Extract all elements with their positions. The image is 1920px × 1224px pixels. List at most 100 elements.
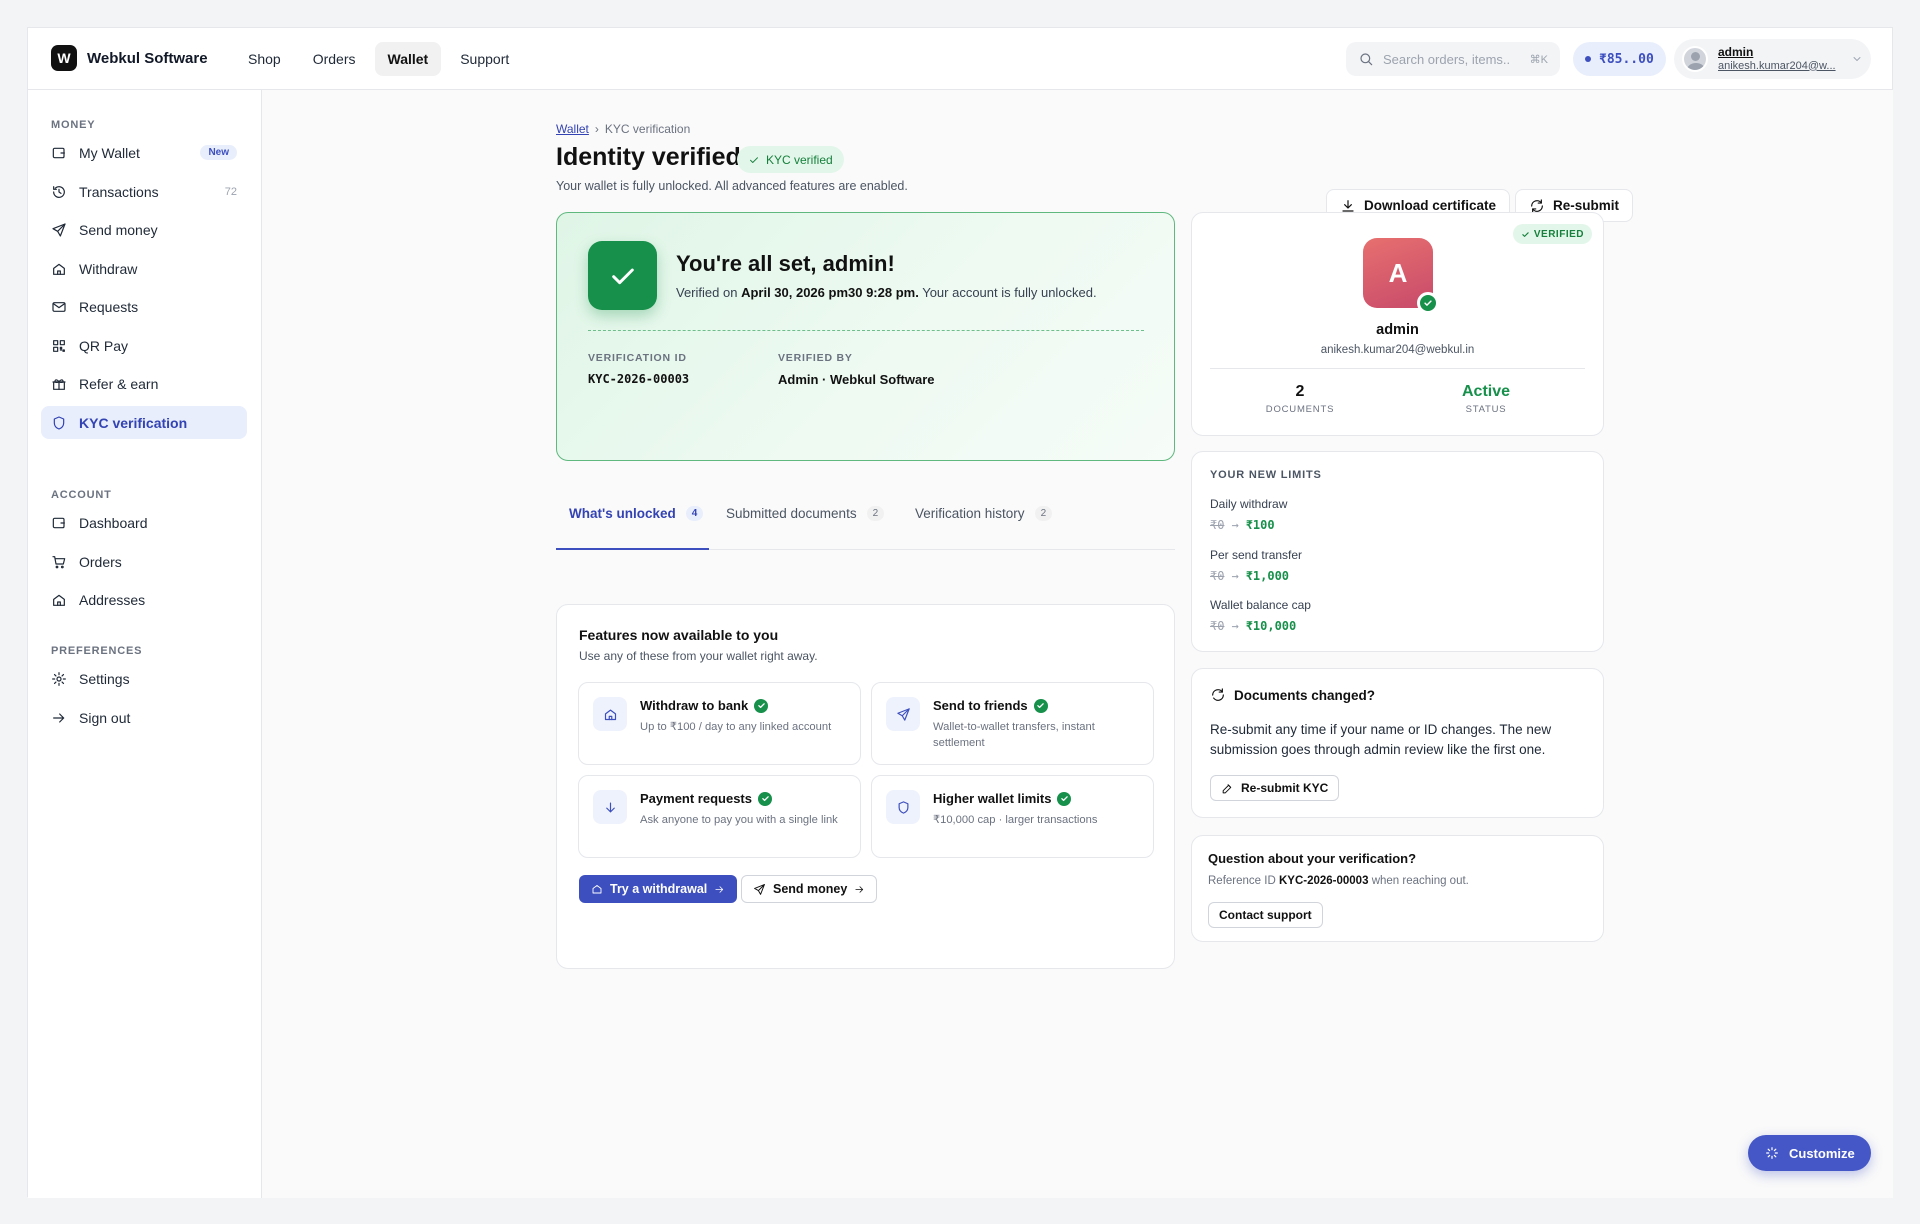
breadcrumb-wallet-link[interactable]: Wallet xyxy=(556,122,589,136)
sidebar-item-addresses[interactable]: Addresses xyxy=(41,583,247,616)
shield-icon xyxy=(51,415,67,431)
page-subtitle: Your wallet is fully unlocked. All advan… xyxy=(556,179,908,193)
user-menu[interactable]: admin anikesh.kumar204@w... xyxy=(1674,39,1871,79)
feature-payment-requests[interactable]: Payment requests Ask anyone to pay you w… xyxy=(578,775,861,858)
sidebar-item-label: Requests xyxy=(79,298,139,315)
try-withdrawal-button[interactable]: Try a withdrawal xyxy=(579,875,738,903)
sidebar-item-orders[interactable]: Orders xyxy=(41,545,247,578)
sidebar-item-transactions[interactable]: Transactions 72 xyxy=(41,175,247,208)
sidebar-item-dashboard[interactable]: Dashboard xyxy=(41,506,247,539)
sidebar-item-requests[interactable]: Requests xyxy=(41,290,247,323)
arrow-right-icon xyxy=(51,710,67,726)
profile-card: VERIFIED A admin anikesh.kumar204@webkul… xyxy=(1191,212,1604,436)
arrow-right-icon xyxy=(854,884,865,895)
divider xyxy=(588,330,1144,331)
new-limits-card: YOUR NEW LIMITS Daily withdraw ₹0 → ₹100… xyxy=(1191,451,1604,652)
limit-new: ₹1,000 xyxy=(1245,569,1290,583)
customize-label: Customize xyxy=(1789,1145,1855,1161)
ref-suffix: when reaching out. xyxy=(1371,875,1469,887)
feature-title-text: Higher wallet limits xyxy=(933,791,1052,806)
brand[interactable]: W Webkul Software xyxy=(51,45,208,71)
resubmit-kyc-label: Re-submit KYC xyxy=(1241,781,1329,795)
limit-arrow: → xyxy=(1231,518,1239,532)
send-icon xyxy=(51,222,67,238)
limit-new: ₹100 xyxy=(1245,518,1275,532)
sidebar-item-sign-out[interactable]: Sign out xyxy=(41,701,247,734)
contact-support-button[interactable]: Contact support xyxy=(1208,902,1323,928)
feature-withdraw-to-bank[interactable]: Withdraw to bank Up to ₹100 / day to any… xyxy=(578,682,861,765)
transactions-count: 72 xyxy=(224,185,237,198)
feature-higher-wallet-limits[interactable]: Higher wallet limits ₹10,000 cap · large… xyxy=(871,775,1154,858)
profile-avatar: A xyxy=(1363,238,1439,314)
verified-badge: VERIFIED xyxy=(1512,224,1592,244)
active-tab-indicator xyxy=(556,548,709,550)
search-input[interactable]: Search orders, items.. ⌘K xyxy=(1346,42,1560,76)
feature-title: Send to friends xyxy=(933,698,1048,713)
brand-name: Webkul Software xyxy=(87,49,208,67)
try-withdrawal-label: Try a withdrawal xyxy=(610,882,708,896)
success-title: You're all set, admin! xyxy=(676,251,895,276)
balance-amount: ₹85..00 xyxy=(1599,51,1654,67)
documents-changed-title: Documents changed? xyxy=(1210,687,1375,703)
sidebar-item-kyc-verification[interactable]: KYC verification xyxy=(41,406,247,439)
kyc-badge-label: KYC verified xyxy=(766,152,833,167)
send-icon xyxy=(886,697,920,731)
sidebar-item-withdraw[interactable]: Withdraw xyxy=(41,252,247,285)
check-icon xyxy=(1522,231,1529,237)
documents-changed-card: Documents changed? Re-submit any time if… xyxy=(1191,668,1604,818)
gear-icon xyxy=(51,671,67,687)
sidebar-item-label: Refer & earn xyxy=(79,375,159,392)
sidebar-item-label: My Wallet xyxy=(79,144,140,161)
avatar-check-icon xyxy=(1417,292,1439,314)
shield-icon xyxy=(886,790,920,824)
sidebar-item-label: Send money xyxy=(79,221,158,238)
dashboard-icon xyxy=(51,515,67,531)
sidebar-item-settings[interactable]: Settings xyxy=(41,662,247,695)
sidebar-item-my-wallet[interactable]: My Wallet New xyxy=(41,136,247,169)
verified-badge-label: VERIFIED xyxy=(1533,228,1584,240)
profile-initial: A xyxy=(1388,257,1408,288)
sidebar-item-refer-earn[interactable]: Refer & earn xyxy=(41,367,247,400)
wallet-balance-pill[interactable]: ₹85..00 xyxy=(1573,42,1666,76)
limit-value: ₹0 → ₹100 xyxy=(1210,518,1275,532)
breadcrumb-separator: › xyxy=(594,122,599,136)
verified-suffix: Your account is fully unlocked. xyxy=(922,285,1097,300)
status-stat: Active STATUS xyxy=(1411,383,1561,415)
send-icon xyxy=(753,883,766,896)
send-money-button[interactable]: Send money xyxy=(741,875,878,903)
nav-support[interactable]: Support xyxy=(447,42,522,76)
sidebar-item-label: Withdraw xyxy=(79,260,138,277)
feature-send-to-friends[interactable]: Send to friends Wallet-to-wallet transfe… xyxy=(871,682,1154,765)
feature-title-text: Send to friends xyxy=(933,698,1028,713)
breadcrumb-current: KYC verification xyxy=(604,122,691,136)
nav-shop[interactable]: Shop xyxy=(235,42,294,76)
customize-button[interactable]: Customize xyxy=(1748,1135,1871,1171)
limit-value: ₹0 → ₹1,000 xyxy=(1210,569,1289,583)
nav-wallet[interactable]: Wallet xyxy=(374,42,442,76)
tab-verification-history[interactable]: Verification history 2 xyxy=(915,476,1053,550)
resubmit-kyc-button[interactable]: Re-submit KYC xyxy=(1210,775,1340,801)
documents-changed-body: Re-submit any time if your name or ID ch… xyxy=(1210,722,1552,757)
sidebar-item-qr-pay[interactable]: QR Pay xyxy=(41,329,247,362)
send-money-label: Send money xyxy=(773,882,848,896)
question-title: Question about your verification? xyxy=(1208,851,1417,866)
verified-check-icon xyxy=(754,698,769,713)
feature-title-text: Withdraw to bank xyxy=(640,698,749,713)
sidebar-item-label: QR Pay xyxy=(79,337,129,354)
mail-icon xyxy=(51,299,67,315)
limit-label: Per send transfer xyxy=(1210,548,1303,562)
ref-prefix: Reference ID xyxy=(1208,875,1276,887)
feature-title: Withdraw to bank xyxy=(640,698,769,713)
contact-support-label: Contact support xyxy=(1219,908,1312,922)
main-content: Wallet › KYC verification Identity verif… xyxy=(262,90,1893,1198)
limit-label: Wallet balance cap xyxy=(1210,598,1311,612)
brand-logo: W xyxy=(51,45,77,71)
sidebar-item-send-money[interactable]: Send money xyxy=(41,213,247,246)
tab-submitted-documents[interactable]: Submitted documents 2 xyxy=(726,476,885,550)
home-icon xyxy=(51,261,67,277)
top-bar: W Webkul Software Shop Orders Wallet Sup… xyxy=(28,28,1892,90)
tab-whats-unlocked[interactable]: What's unlocked 4 xyxy=(569,476,704,550)
feature-desc: Ask anyone to pay you with a single link xyxy=(640,814,838,826)
limit-value: ₹0 → ₹10,000 xyxy=(1210,619,1296,633)
nav-orders[interactable]: Orders xyxy=(300,42,369,76)
